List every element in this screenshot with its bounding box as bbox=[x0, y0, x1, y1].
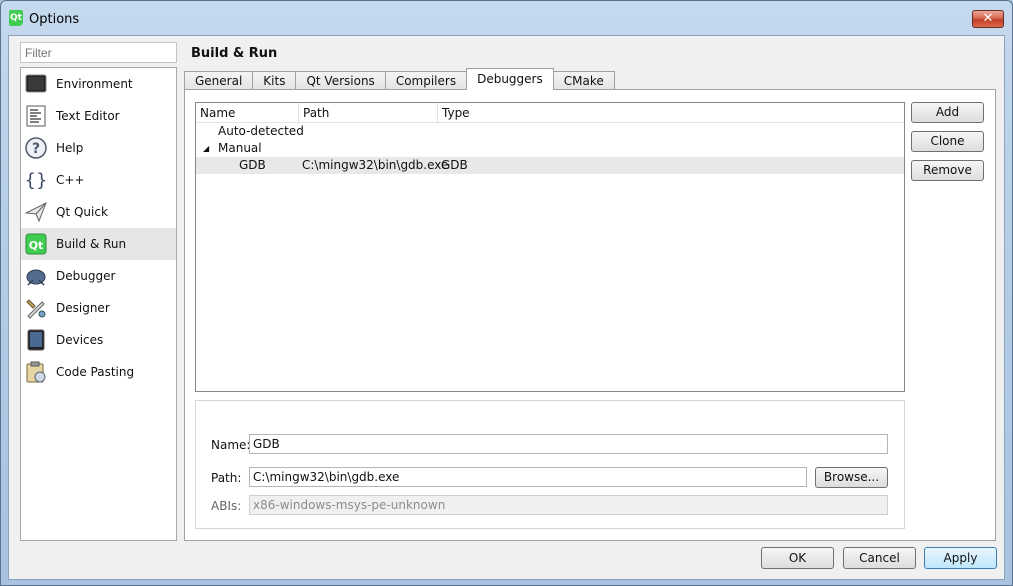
group-label: Auto-detected bbox=[218, 124, 304, 138]
svg-text:{}: {} bbox=[25, 170, 47, 191]
sidebar-item-label: Environment bbox=[56, 77, 133, 91]
tab-kits[interactable]: Kits bbox=[252, 71, 297, 90]
table-row[interactable]: GDB C:\mingw32\bin\gdb.exe GDB bbox=[196, 157, 904, 174]
sidebar-item-cpp[interactable]: {} C++ bbox=[21, 164, 176, 196]
sidebar-item-qt-quick[interactable]: Qt Quick bbox=[21, 196, 176, 228]
paper-plane-icon bbox=[25, 201, 47, 223]
tree-header: Name Path Type bbox=[196, 103, 904, 123]
row-name: GDB bbox=[239, 158, 266, 172]
sidebar-item-debugger[interactable]: Debugger bbox=[21, 260, 176, 292]
row-type: GDB bbox=[441, 158, 468, 172]
abis-field: x86-windows-msys-pe-unknown bbox=[249, 495, 888, 515]
cancel-button[interactable]: Cancel bbox=[843, 547, 916, 569]
debugger-tree[interactable]: Name Path Type Auto-detected ◢ Manual GD… bbox=[195, 102, 905, 392]
sidebar-item-label: Devices bbox=[56, 333, 104, 347]
path-field[interactable]: C:\mingw32\bin\gdb.exe bbox=[249, 467, 807, 487]
sidebar-item-text-editor[interactable]: Text Editor bbox=[21, 100, 176, 132]
apply-button[interactable]: Apply bbox=[924, 547, 997, 569]
sidebar-item-build-run[interactable]: Qt Build & Run bbox=[21, 228, 176, 260]
dialog-client-area: Environment Text Editor ? Help {} C++ bbox=[8, 35, 1005, 580]
filter-input[interactable] bbox=[20, 42, 177, 63]
monitor-icon bbox=[25, 73, 47, 95]
row-path: C:\mingw32\bin\gdb.exe bbox=[302, 158, 449, 172]
help-icon: ? bbox=[25, 137, 47, 159]
window-title: Options bbox=[29, 12, 80, 27]
braces-icon: {} bbox=[25, 169, 47, 191]
debugger-details: Name: GDB Path: C:\mingw32\bin\gdb.exe B… bbox=[195, 400, 905, 529]
sidebar-item-label: Debugger bbox=[56, 269, 116, 283]
browse-button[interactable]: Browse... bbox=[815, 467, 888, 488]
sidebar-item-designer[interactable]: Designer bbox=[21, 292, 176, 324]
bug-icon bbox=[25, 265, 47, 287]
tab-cmake[interactable]: CMake bbox=[552, 71, 615, 90]
name-field[interactable]: GDB bbox=[249, 434, 888, 454]
svg-text:Qt: Qt bbox=[29, 239, 44, 252]
build-run-icon: Qt bbox=[25, 233, 47, 255]
clone-button[interactable]: Clone bbox=[911, 131, 984, 152]
page-title: Build & Run bbox=[191, 46, 278, 61]
clipboard-icon bbox=[25, 361, 47, 383]
path-label: Path: bbox=[211, 471, 242, 485]
tree-group-auto-detected[interactable]: Auto-detected bbox=[196, 123, 904, 140]
document-icon bbox=[25, 105, 47, 127]
tablet-icon bbox=[25, 329, 47, 351]
expand-arrow-icon[interactable]: ◢ bbox=[203, 144, 209, 153]
sidebar-item-code-pasting[interactable]: Code Pasting bbox=[21, 356, 176, 388]
sidebar-item-help[interactable]: ? Help bbox=[21, 132, 176, 164]
tab-general[interactable]: General bbox=[184, 71, 254, 90]
sidebar-item-label: C++ bbox=[56, 173, 85, 187]
options-window: Qt Options ✕ Environment Text Editor ? bbox=[0, 0, 1013, 586]
ok-button[interactable]: OK bbox=[761, 547, 834, 569]
add-button[interactable]: Add bbox=[911, 102, 984, 123]
svg-text:?: ? bbox=[32, 141, 40, 157]
remove-button[interactable]: Remove bbox=[911, 160, 984, 181]
sidebar-item-label: Text Editor bbox=[56, 109, 120, 123]
tab-bar: General Kits Qt Versions Compilers Debug… bbox=[184, 68, 615, 90]
tab-debuggers[interactable]: Debuggers bbox=[466, 68, 554, 90]
sidebar-item-devices[interactable]: Devices bbox=[21, 324, 176, 356]
abis-label: ABIs: bbox=[211, 499, 242, 513]
name-label: Name: bbox=[211, 438, 251, 452]
column-header-name[interactable]: Name bbox=[196, 103, 299, 123]
tab-qt-versions[interactable]: Qt Versions bbox=[295, 71, 386, 90]
tab-compilers[interactable]: Compilers bbox=[384, 71, 468, 90]
debuggers-panel: Name Path Type Auto-detected ◢ Manual GD… bbox=[184, 89, 996, 541]
sidebar-item-environment[interactable]: Environment bbox=[21, 68, 176, 100]
tree-group-manual[interactable]: ◢ Manual bbox=[196, 140, 904, 157]
designer-tools-icon bbox=[25, 297, 47, 319]
group-label: Manual bbox=[218, 141, 262, 155]
column-header-path[interactable]: Path bbox=[299, 103, 438, 123]
sidebar-item-label: Help bbox=[56, 141, 84, 155]
sidebar-item-label: Code Pasting bbox=[56, 365, 135, 379]
qt-logo-icon: Qt bbox=[9, 10, 23, 26]
category-list: Environment Text Editor ? Help {} C++ Qt… bbox=[20, 67, 177, 541]
sidebar-item-label: Build & Run bbox=[56, 237, 127, 251]
sidebar-item-label: Qt Quick bbox=[56, 205, 108, 219]
title-bar[interactable]: Qt Options ✕ bbox=[1, 1, 1012, 35]
column-header-type[interactable]: Type bbox=[438, 103, 904, 123]
sidebar-item-label: Designer bbox=[56, 301, 110, 315]
close-button[interactable]: ✕ bbox=[972, 10, 1004, 28]
